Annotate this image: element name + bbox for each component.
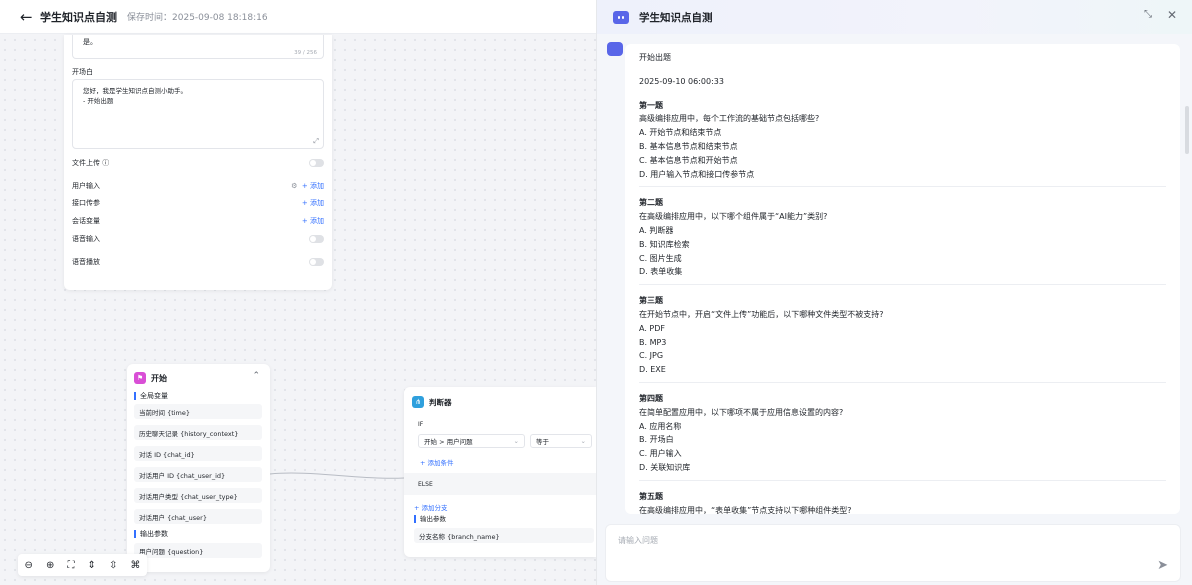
- message-time: 2025-09-10 06:00:33: [639, 76, 724, 86]
- layout-icon[interactable]: ⌘: [130, 560, 140, 571]
- voice-input-row: 语音输入: [72, 234, 324, 244]
- if-label: IF: [418, 421, 424, 428]
- var-item: 对话用户 ID {chat_user_id}: [134, 467, 262, 482]
- info-icon: ⓘ: [102, 159, 110, 167]
- bot-avatar-icon: [607, 42, 623, 56]
- output-params-label: 输出参数: [134, 530, 168, 538]
- close-icon[interactable]: ✕: [1167, 8, 1177, 22]
- question-block: 第一题 高级编排应用中，每个工作流的基础节点包括哪些? A. 开始节点和结束节点…: [639, 99, 1166, 188]
- condition-op-select[interactable]: 等于 ⌄: [530, 434, 592, 448]
- else-label: ELSE: [418, 481, 433, 488]
- session-var-add-button[interactable]: + 添加: [302, 216, 324, 226]
- prompt-textarea[interactable]: 是。 39 / 256: [72, 35, 324, 59]
- opening-line-1: 您好，我是学生知识点自测小助手。: [83, 87, 187, 95]
- question-block: 第三题 在开始节点中，开启“文件上传”功能后，以下哪种文件类型不被支持? A. …: [639, 294, 1166, 383]
- question-block: 第二题 在高级编排应用中，以下哪个组件属于“AI能力”类别? A. 判断器 B.…: [639, 196, 1166, 286]
- collapse-icon[interactable]: ⇕: [88, 560, 96, 571]
- app-title: 学生知识点自测: [40, 10, 117, 24]
- fit-view-icon[interactable]: ⛶: [67, 560, 74, 571]
- message-start: 开始出题: [639, 53, 671, 62]
- var-item: 对话 ID {chat_id}: [134, 446, 262, 461]
- base-info-card: 是。 39 / 256 开场白 您好，我是学生知识点自测小助手。 - 开始出题 …: [64, 35, 332, 290]
- chat-input[interactable]: 请输入问题 ➤: [605, 524, 1181, 582]
- judge-node-title: 判断器: [429, 397, 452, 407]
- api-param-add-button[interactable]: + 添加: [302, 198, 324, 208]
- char-counter: 39 / 256: [294, 50, 317, 56]
- editor-header: ← 学生知识点自测 保存时间：2025-09-08 18:18:16: [0, 0, 596, 34]
- node-connector: [270, 472, 405, 479]
- chat-title: 学生知识点自测: [639, 11, 713, 24]
- var-item: 对话用户类型 {chat_user_type}: [134, 488, 262, 503]
- chat-header: 学生知识点自测 ⤡ ✕: [597, 0, 1192, 34]
- file-upload-toggle[interactable]: [309, 159, 324, 167]
- saved-label: 保存时间：2025-09-08 18:18:16: [127, 13, 268, 23]
- output-item: 分支名称 {branch_name}: [414, 528, 594, 543]
- add-condition-button[interactable]: + 添加条件: [420, 457, 454, 467]
- session-var-row: 会话变量 + 添加: [72, 216, 324, 226]
- start-node[interactable]: ⚑ 开始 ⌃ 全局变量 当前时间 {time} 历史聊天记录 {history_…: [127, 364, 270, 572]
- var-item: 对话用户 {chat_user}: [134, 509, 262, 524]
- zoom-toolbar: ⊖ ⊕ ⛶ ⇕ ⇳ ⌘: [18, 554, 147, 576]
- output-item: 用户问题 {question}: [134, 543, 262, 558]
- chat-panel: 学生知识点自测 ⤡ ✕ 开始出题 2025-09-10 06:00:33 第一题…: [596, 0, 1192, 585]
- voice-input-toggle[interactable]: [309, 235, 324, 243]
- bot-message: 开始出题 2025-09-10 06:00:33 第一题 高级编排应用中，每个工…: [625, 44, 1180, 514]
- add-branch-button[interactable]: + 添加分支: [414, 502, 448, 512]
- file-upload-row: 文件上传 ⓘ: [72, 158, 324, 168]
- zoom-in-icon[interactable]: ⊕: [46, 560, 54, 571]
- minimize-icon[interactable]: ⤡: [1144, 9, 1152, 20]
- question-block: 第四题 在简单配置应用中，以下哪项不属于应用信息设置的内容? A. 应用名称 B…: [639, 392, 1166, 481]
- expand-icon: ⤢: [313, 137, 319, 145]
- back-arrow-icon[interactable]: ←: [20, 8, 38, 26]
- bot-icon: [613, 10, 629, 24]
- chevron-up-icon[interactable]: ⌃: [252, 371, 260, 381]
- condition-field-select[interactable]: 开始 > 用户问题 ⌄: [418, 434, 525, 448]
- expand-all-icon[interactable]: ⇳: [109, 560, 117, 571]
- prompt-text: 是。: [83, 38, 97, 46]
- start-node-icon: ⚑: [134, 372, 146, 384]
- input-placeholder: 请输入问题: [618, 536, 658, 545]
- send-icon[interactable]: ➤: [1157, 558, 1168, 573]
- api-param-row: 接口传参 + 添加: [72, 198, 324, 208]
- opening-line-2: - 开始出题: [83, 97, 114, 105]
- opening-textarea[interactable]: 您好，我是学生知识点自测小助手。 - 开始出题 ⤢: [72, 79, 324, 149]
- chevron-down-icon: ⌄: [513, 437, 519, 445]
- var-item: 历史聊天记录 {history_context}: [134, 425, 262, 440]
- gear-icon: ⚙: [291, 182, 298, 190]
- zoom-out-icon[interactable]: ⊖: [25, 560, 33, 571]
- scrollbar[interactable]: [1185, 106, 1189, 154]
- start-node-title: 开始: [151, 373, 167, 383]
- user-input-row: 用户输入 ⚙ + 添加: [72, 182, 324, 190]
- chevron-down-icon: ⌄: [580, 437, 586, 445]
- judge-node[interactable]: ⋔ 判断器 IF 开始 > 用户问题 ⌄ 等于 ⌄ + 添加条件 ELSE + 添加…: [404, 387, 596, 557]
- global-vars-label: 全局变量: [134, 392, 168, 400]
- question-block: 第五题 在高级编排应用中，“表单收集”节点支持以下哪种组件类型?: [639, 491, 852, 514]
- judge-node-icon: ⋔: [412, 396, 424, 408]
- voice-play-row: 语音播放: [72, 257, 324, 267]
- var-item: 当前时间 {time}: [134, 404, 262, 419]
- output-params-label: 输出参数: [414, 515, 446, 523]
- voice-play-toggle[interactable]: [309, 258, 324, 266]
- opening-label: 开场白: [72, 68, 93, 76]
- user-input-add-button: + 添加: [301, 182, 324, 190]
